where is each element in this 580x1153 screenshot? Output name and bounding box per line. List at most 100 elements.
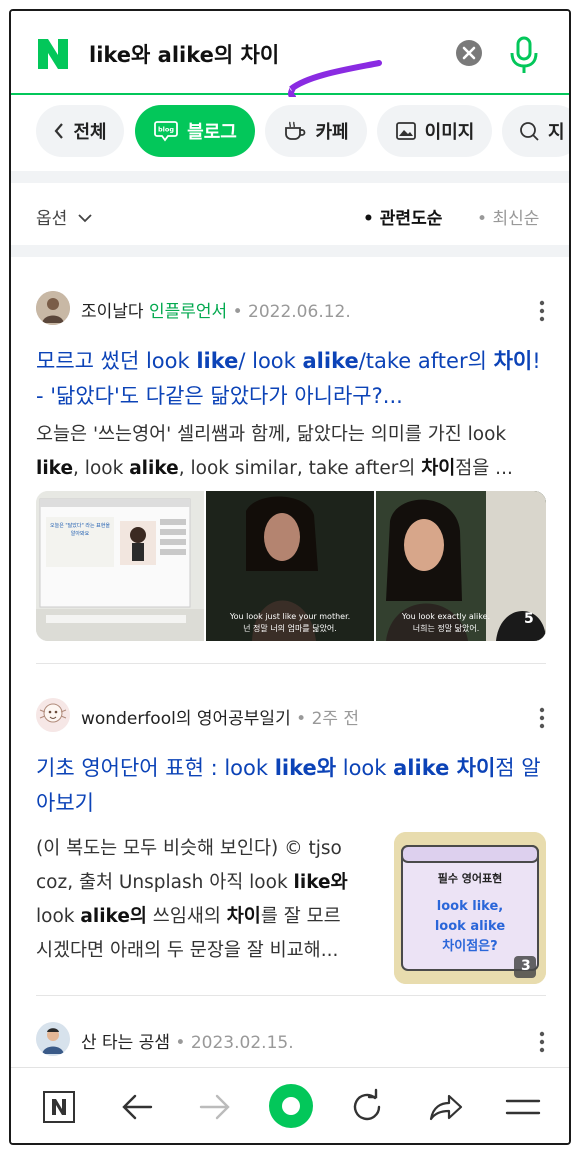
title-text: 모르고 썼던 look xyxy=(36,349,197,373)
subtitle-text: 너희는 정말 닮았어. xyxy=(413,623,480,633)
title-highlight: like와 xyxy=(274,756,337,780)
snippet-text: 쓰임새의 xyxy=(146,906,227,927)
title-highlight: alike xyxy=(302,349,359,373)
card-line: 차이점은? xyxy=(442,938,497,954)
blog-icon: blog xyxy=(154,121,179,142)
options-row: 옵션 • 관련도순 • 최신순 xyxy=(11,183,569,245)
subtitle-text: 넌 정말 너의 엄마를 닮았어. xyxy=(243,623,337,633)
snippet-text: coz, 출처 Unsplash 아직 look xyxy=(36,872,294,893)
clear-search-button[interactable] xyxy=(456,40,482,66)
bottom-navigation-bar xyxy=(11,1067,569,1143)
result-snippet[interactable]: 오늘은 '쓰는영어' 셀리쌤과 함께, 닮았다는 의미를 가진 look lik… xyxy=(36,418,546,486)
subtitle-text: You look exactly alike. xyxy=(401,612,490,621)
slide-text: 오늘은 "닮았다" 라는 표현을 xyxy=(50,522,110,529)
snippet-text: , look xyxy=(73,458,130,479)
author-line[interactable]: 산 타는 공샘 • 2023.02.15. xyxy=(81,1028,294,1053)
hamburger-menu-icon[interactable] xyxy=(503,1087,543,1127)
snippet-highlight: alike의 xyxy=(80,906,147,927)
chevron-down-icon xyxy=(78,214,92,223)
avatar-image xyxy=(36,1022,70,1056)
avatar[interactable] xyxy=(36,1022,70,1056)
snippet-line: look alike의 쓰임새의 차이를 잘 모르 xyxy=(36,900,386,934)
author-line[interactable]: wonderfool의 영어공부일기 • 2주 전 xyxy=(81,704,359,729)
tab-label: 카페 xyxy=(315,122,349,143)
avatar[interactable] xyxy=(36,698,70,732)
share-icon[interactable] xyxy=(425,1087,465,1127)
snippet-highlight: 차이 xyxy=(226,906,261,927)
post-date: 2022.06.12. xyxy=(248,302,351,322)
result-item: wonderfool의 영어공부일기 • 2주 전 기초 영어단어 표현 : l… xyxy=(11,664,569,994)
slide-text: 알아봐요 xyxy=(71,530,90,537)
more-options-icon[interactable] xyxy=(537,1030,547,1054)
search-tabs: 전체 blog 블로그 카페 이미지 지 xyxy=(11,97,569,177)
search-input[interactable]: like와 alike의 차이 xyxy=(89,39,279,69)
title-highlight: like xyxy=(196,349,239,373)
avatar[interactable] xyxy=(36,291,70,325)
search-bar: like와 alike의 차이 xyxy=(11,11,569,100)
tab-image[interactable]: 이미지 xyxy=(377,105,492,157)
phone-frame: like와 alike의 차이 전체 blog 블로그 카페 이미지 지 옵션 … xyxy=(9,9,571,1145)
naver-home-icon[interactable] xyxy=(39,1087,79,1127)
sort-recent[interactable]: • 최신순 xyxy=(477,204,539,229)
microphone-icon[interactable] xyxy=(509,35,539,75)
result-title-link[interactable]: 모르고 썼던 look like/ look alike/take after의… xyxy=(36,344,546,414)
tab-more[interactable]: 지 xyxy=(502,105,569,157)
title-text: / look xyxy=(238,349,303,373)
snippet-line: (이 복도는 모두 비슷해 보인다) © tjso xyxy=(36,832,386,866)
options-dropdown[interactable]: 옵션 xyxy=(36,204,93,229)
more-options-icon[interactable] xyxy=(537,299,547,323)
result-thumbnails[interactable]: 오늘은 "닮았다" 라는 표현을 알아봐요 You look just like… xyxy=(36,491,546,641)
author-name: wonderfool의 영어공부일기 xyxy=(81,709,291,729)
snippet-text: 점을 ... xyxy=(455,458,513,479)
snippet-text: 를 잘 모르 xyxy=(260,906,341,927)
tab-all[interactable]: 전체 xyxy=(36,105,124,157)
naver-logo-icon[interactable] xyxy=(36,37,70,71)
snippet-highlight: 차이 xyxy=(421,458,456,479)
movie-scene-thumbnail: You look exactly alike. 너희는 정말 닮았어. xyxy=(376,491,546,641)
green-dot-menu-icon[interactable] xyxy=(267,1082,315,1130)
snippet-text: (이 복도는 모두 비슷해 보인다) © tjso xyxy=(36,838,342,859)
thumbnail-image[interactable]: 필수 영어표현 look like, look alike 차이점은? 3 xyxy=(394,832,546,984)
result-title-link[interactable]: 기초 영어단어 표현 : look like와 look alike 차이점 알… xyxy=(36,751,546,821)
tab-label: 전체 xyxy=(73,122,107,143)
card-line: look like, xyxy=(437,899,503,914)
title-text: 기초 영어단어 표현 : look xyxy=(36,756,275,780)
thumbnail-image[interactable]: You look exactly alike. 너희는 정말 닮았어. 5 xyxy=(376,491,546,641)
image-count-badge: 5 xyxy=(524,611,534,627)
snippet-highlight: like와 xyxy=(293,872,348,893)
snippet-text: look xyxy=(36,906,81,927)
tab-label: 블로그 xyxy=(187,122,237,143)
search-icon xyxy=(520,122,539,141)
tab-blog[interactable]: blog 블로그 xyxy=(135,105,255,157)
avatar-image xyxy=(36,698,70,732)
snippet-highlight: alike xyxy=(129,458,179,479)
card-line: look alike xyxy=(435,919,505,934)
post-date: 2023.02.15. xyxy=(190,1033,294,1053)
snippet-line: 시겠다면 아래의 두 문장을 잘 비교해... xyxy=(36,934,386,968)
result-snippet[interactable]: (이 복도는 모두 비슷해 보인다) © tjso coz, 출처 Unspla… xyxy=(36,832,386,968)
more-options-icon[interactable] xyxy=(537,706,547,730)
author-line[interactable]: 조이날다 인플루언서 • 2022.06.12. xyxy=(81,297,351,322)
back-arrow-icon[interactable] xyxy=(117,1087,157,1127)
thumbnail-image[interactable]: You look just like your mother. 넌 정말 너의 … xyxy=(206,491,374,641)
title-highlight: alike 차이 xyxy=(393,756,496,780)
cafe-icon xyxy=(285,121,306,140)
avatar-image xyxy=(36,291,70,325)
snippet-line: coz, 출처 Unsplash 아직 look like와 xyxy=(36,866,386,900)
tab-label: 이미지 xyxy=(424,122,475,143)
sort-relevance[interactable]: • 관련도순 xyxy=(363,204,442,229)
result-item: 산 타는 공샘 • 2023.02.15. xyxy=(11,996,569,1066)
thumbnail-image[interactable]: 오늘은 "닮았다" 라는 표현을 알아봐요 xyxy=(36,491,204,641)
snippet-highlight: like xyxy=(36,458,74,479)
movie-scene-thumbnail: You look just like your mother. 넌 정말 너의 … xyxy=(206,491,374,641)
author-name: 조이날다 xyxy=(81,302,144,322)
video-slide-thumbnail: 오늘은 "닮았다" 라는 표현을 알아봐요 xyxy=(36,491,204,641)
close-icon xyxy=(462,46,476,60)
forward-arrow-icon[interactable] xyxy=(195,1087,235,1127)
influencer-badge: 인플루언서 xyxy=(148,302,228,322)
refresh-icon[interactable] xyxy=(347,1087,387,1127)
options-label: 옵션 xyxy=(36,209,68,229)
chevron-left-icon xyxy=(54,123,64,139)
post-date: 2주 전 xyxy=(311,709,360,729)
tab-cafe[interactable]: 카페 xyxy=(265,105,367,157)
